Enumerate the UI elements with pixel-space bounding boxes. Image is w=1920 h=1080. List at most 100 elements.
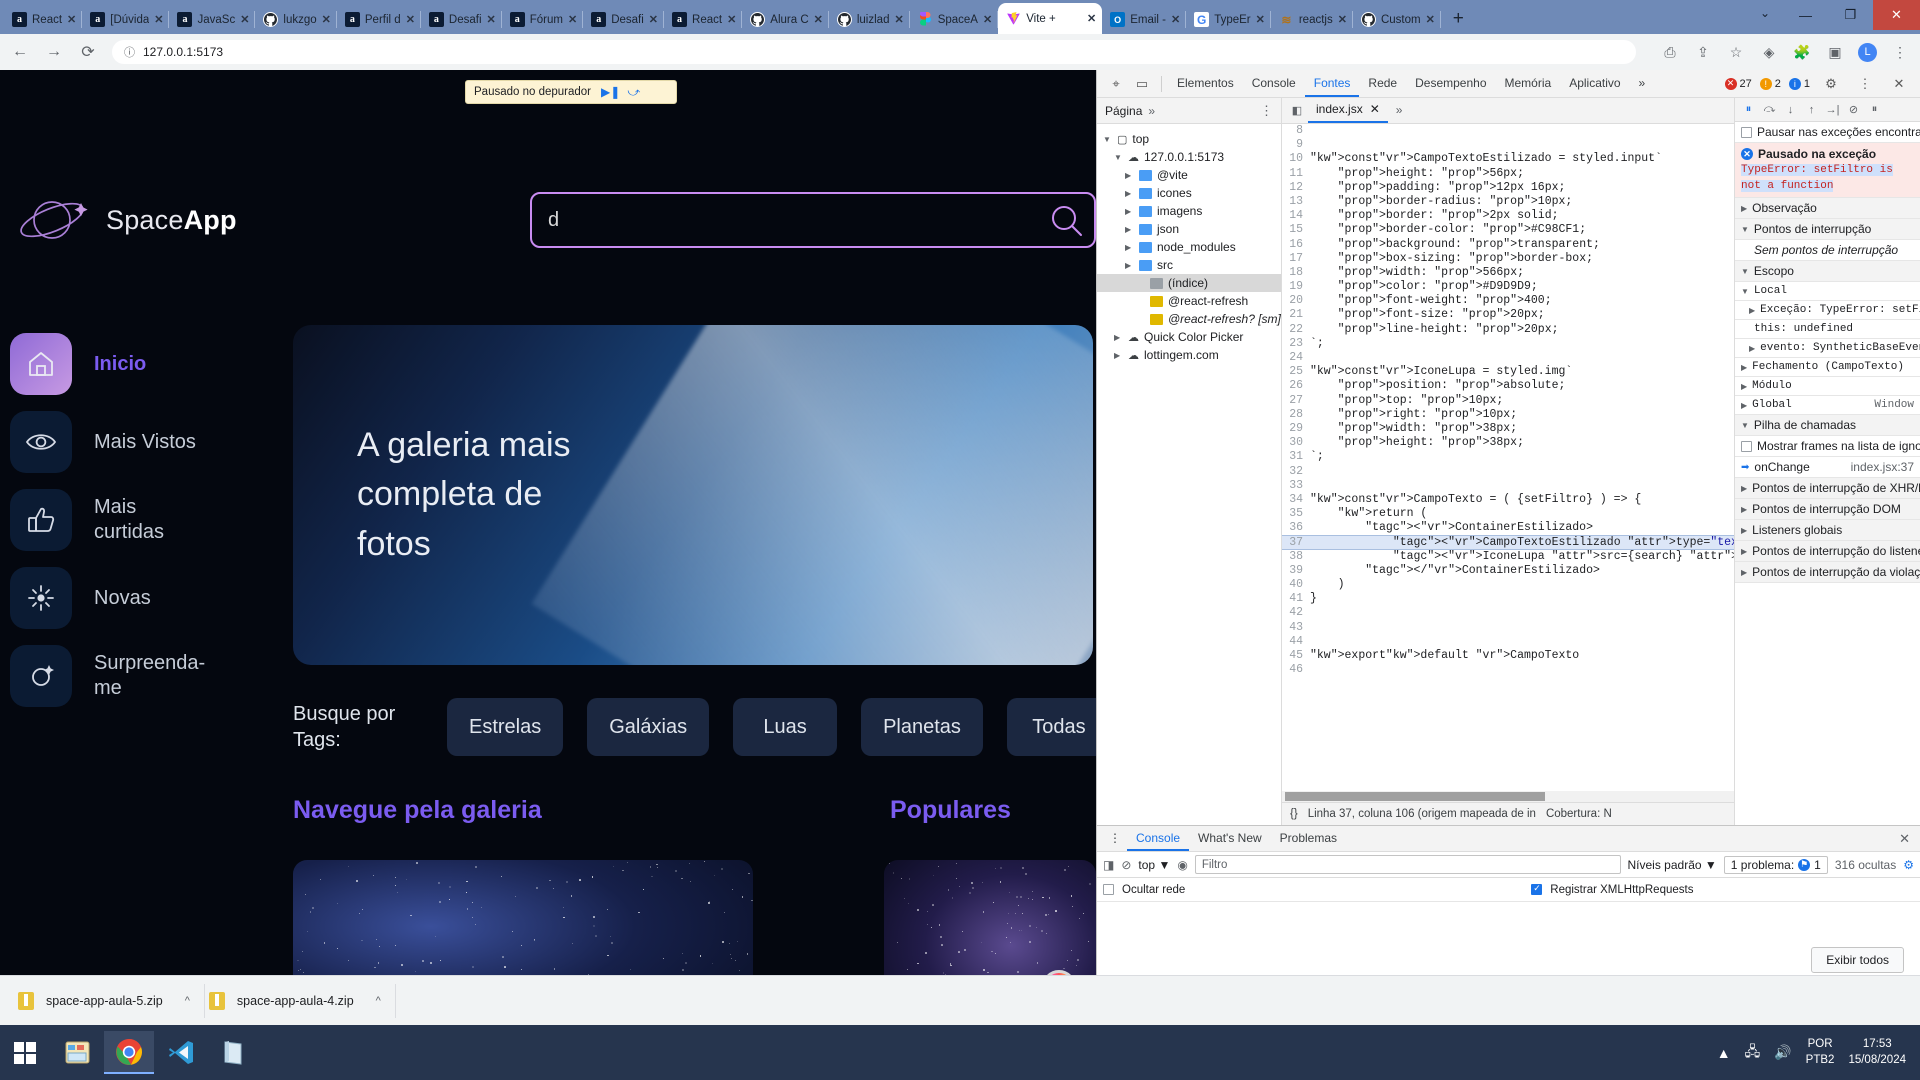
new-tab-button[interactable]: +	[1441, 8, 1476, 34]
maximize-button[interactable]: ❐	[1828, 0, 1873, 30]
editor-tab-close-icon[interactable]: ✕	[1370, 98, 1380, 122]
code-line[interactable]: 25 "kw">const "vr" >IconeLupa = styled.img…	[1282, 365, 1734, 379]
drawer-tab-problemas[interactable]: Problemas	[1271, 826, 1346, 851]
code-line[interactable]: 15 "prop">border-color: "prop" >#C98CF1;	[1282, 223, 1734, 237]
address-bar[interactable]: ⓘ 127.0.0.1:5173	[112, 40, 1636, 64]
close-tab-icon[interactable]: ✕	[814, 13, 823, 26]
browser-tab[interactable]: a Fórum ✕	[502, 5, 583, 34]
code-line[interactable]: 29 "prop">width: "prop" >38px;	[1282, 422, 1734, 436]
console-context-selector[interactable]: top ▼	[1138, 858, 1170, 872]
code-line[interactable]: 9	[1282, 138, 1734, 152]
tag-button[interactable]: Planetas	[861, 698, 983, 756]
console-levels-selector[interactable]: Níveis padrão ▼	[1628, 858, 1717, 872]
tag-button[interactable]: Galáxias	[587, 698, 709, 756]
profile-avatar[interactable]: L	[1858, 43, 1877, 62]
section-twisty[interactable]: ▼	[1741, 287, 1749, 296]
debugger-row[interactable]: ▶Pontos de interrupção de XHR/busca	[1735, 478, 1920, 499]
section-twisty[interactable]: ▶	[1741, 568, 1747, 577]
section-twisty[interactable]: ▶	[1741, 204, 1747, 213]
pause-on-exceptions-row[interactable]: Pausar nas exceções encontradas	[1735, 122, 1920, 143]
browser-tab[interactable]: O Email - ✕	[1102, 5, 1186, 34]
devtools-tab-rede[interactable]: Rede	[1359, 70, 1406, 97]
tree-twisty[interactable]: ▶	[1114, 351, 1123, 360]
debugger-row[interactable]: ▶ Observação	[1735, 198, 1920, 219]
code-line[interactable]: 32	[1282, 465, 1734, 479]
language-indicator[interactable]: POR PTB2	[1806, 1037, 1835, 1068]
browser-tab[interactable]: a Desafi ✕	[583, 5, 664, 34]
gallery-thumbnail[interactable]	[293, 860, 753, 985]
drawer-close-icon[interactable]: ✕	[1899, 831, 1920, 847]
tree-node[interactable]: ▶ ☁ lottingem.com	[1097, 346, 1281, 364]
tree-twisty[interactable]: ▶	[1114, 333, 1123, 342]
tree-node[interactable]: ▶ node_modules	[1097, 238, 1281, 256]
devtools-tab-memória[interactable]: Memória	[1496, 70, 1561, 97]
minimize-button[interactable]: —	[1783, 0, 1828, 30]
devtools-settings-icon[interactable]: ⚙	[1818, 72, 1844, 96]
download-menu-caret[interactable]: ^	[376, 995, 381, 1007]
section-twisty[interactable]: ▼	[1741, 267, 1749, 276]
download-item[interactable]: space-app-aula-5.zip ^	[14, 984, 205, 1018]
info-count-badge[interactable]: i 1	[1789, 78, 1810, 90]
step-over-button[interactable]: ⤼	[1760, 100, 1779, 120]
code-line[interactable]: 24	[1282, 351, 1734, 365]
close-tab-icon[interactable]: ✕	[1426, 13, 1435, 26]
navigator-overflow[interactable]: »	[1148, 104, 1155, 118]
debugger-row[interactable]: ▶ Pontos de interrupção DOM	[1735, 499, 1920, 520]
code-line[interactable]: 45 "kw">export "kw" >default "vr" >CampoTex…	[1282, 649, 1734, 663]
debugger-row[interactable]: Sem pontos de interrupção	[1735, 240, 1920, 261]
console-filter-input[interactable]: Filtro	[1195, 855, 1621, 874]
download-menu-caret[interactable]: ^	[185, 995, 190, 1007]
tab-search-button[interactable]: ⌄	[1760, 6, 1770, 20]
code-line[interactable]: 26 "prop">position: "prop" >absolute;	[1282, 379, 1734, 393]
tree-twisty[interactable]: ▶	[1125, 225, 1134, 234]
error-count-badge[interactable]: ✕ 27	[1725, 78, 1752, 90]
volume-icon[interactable]: 🔊	[1774, 1044, 1791, 1061]
devtools-tab-desempenho[interactable]: Desempenho	[1406, 70, 1495, 97]
code-line[interactable]: 21 "prop">font-size: "prop" >20px;	[1282, 308, 1734, 322]
window-icon[interactable]: ▣	[1825, 44, 1845, 61]
warning-count-badge[interactable]: ! 2	[1760, 78, 1781, 90]
step-button[interactable]: →|	[1823, 100, 1842, 120]
code-line[interactable]: 30 "prop">height: "prop" >38px;	[1282, 436, 1734, 450]
device-toolbar-icon[interactable]: ▭	[1129, 72, 1155, 96]
notepad-button[interactable]	[208, 1031, 258, 1074]
pause-on-exceptions-checkbox[interactable]	[1741, 127, 1752, 138]
extensions-icon[interactable]: 🧩	[1792, 44, 1812, 61]
section-twisty[interactable]: ▶	[1741, 401, 1747, 410]
navigator-tab-page[interactable]: Página	[1105, 104, 1142, 118]
toggle-navigator-icon[interactable]: ◧	[1286, 104, 1308, 117]
code-line[interactable]: 44	[1282, 635, 1734, 649]
section-twisty[interactable]: ▶	[1741, 382, 1747, 391]
code-line[interactable]: 8	[1282, 124, 1734, 138]
section-twisty[interactable]: ▶	[1749, 306, 1755, 315]
drawer-more-icon[interactable]: ⋮	[1103, 826, 1127, 851]
pause-on-exceptions-button[interactable]: ⏸	[1865, 100, 1884, 120]
section-twisty[interactable]: ▶	[1741, 363, 1747, 372]
browser-tab[interactable]: luizlad ✕	[829, 5, 910, 34]
format-code-icon[interactable]: {}	[1290, 808, 1298, 820]
tree-node[interactable]: (índice)	[1097, 274, 1281, 292]
tag-button[interactable]: Estrelas	[447, 698, 563, 756]
editor-tabs-overflow[interactable]: »	[1388, 98, 1411, 123]
debugger-row[interactable]: ▶Pontos de interrupção da violação de C	[1735, 562, 1920, 583]
close-tab-icon[interactable]: ✕	[1087, 12, 1096, 25]
cast-icon[interactable]: ⎙	[1660, 44, 1680, 61]
tree-twisty[interactable]: ▶	[1125, 243, 1134, 252]
back-icon[interactable]: ←	[10, 43, 30, 61]
code-hscroll-thumb[interactable]	[1285, 792, 1545, 801]
close-tab-icon[interactable]: ✕	[983, 13, 992, 26]
chrome-button[interactable]	[104, 1031, 154, 1074]
close-tab-icon[interactable]: ✕	[406, 13, 415, 26]
sidebar-item-mais-vistos[interactable]: Mais Vistos	[10, 403, 280, 481]
devtools-more-icon[interactable]: ⋮	[1852, 72, 1878, 96]
download-item[interactable]: space-app-aula-4.zip ^	[205, 984, 396, 1018]
debugger-row[interactable]: ▶ Fechamento (CampoTexto)	[1735, 358, 1920, 377]
section-twisty[interactable]: ▼	[1741, 421, 1749, 430]
tree-twisty[interactable]: ▶	[1125, 171, 1134, 180]
debugger-row[interactable]: ▶Pontos de interrupção do listener de ev	[1735, 541, 1920, 562]
code-line[interactable]: 17 "prop">box-sizing: "prop" >border-box;	[1282, 252, 1734, 266]
search-icon[interactable]	[1048, 202, 1086, 240]
tree-node[interactable]: ▶ json	[1097, 220, 1281, 238]
debugger-row[interactable]: ▼ Pontos de interrupção	[1735, 219, 1920, 240]
code-line[interactable]: 39 "tagc"></"vr" >ContainerEstilizado>	[1282, 564, 1734, 578]
